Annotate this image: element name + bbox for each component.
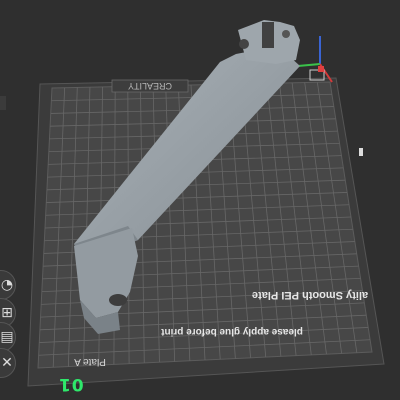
axis-indicator <box>297 36 333 83</box>
plate-number: 01 <box>58 374 84 394</box>
plate-name-label: Plate A <box>74 356 106 367</box>
3d-viewport[interactable]: CREALITY ality Smooth PEI Plate please a… <box>0 0 400 400</box>
edge-marker <box>359 148 363 156</box>
toolbar-edge <box>0 96 6 110</box>
model-clevis-hole <box>239 39 249 49</box>
layers-icon: ▤ <box>0 329 14 345</box>
model-foot-hole <box>109 294 127 306</box>
brand-tab: CREALITY <box>111 79 189 93</box>
close-icon: ✕ <box>1 355 13 371</box>
build-scene[interactable]: CREALITY ality Smooth PEI Plate please a… <box>0 0 400 400</box>
arrange-icon: ⊞ <box>1 305 13 321</box>
brand-label: CREALITY <box>128 81 172 91</box>
surface-label: ality Smooth PEI Plate <box>252 289 368 301</box>
glue-note: please apply glue before print <box>160 326 302 337</box>
orient-icon: ◔ <box>0 277 14 293</box>
